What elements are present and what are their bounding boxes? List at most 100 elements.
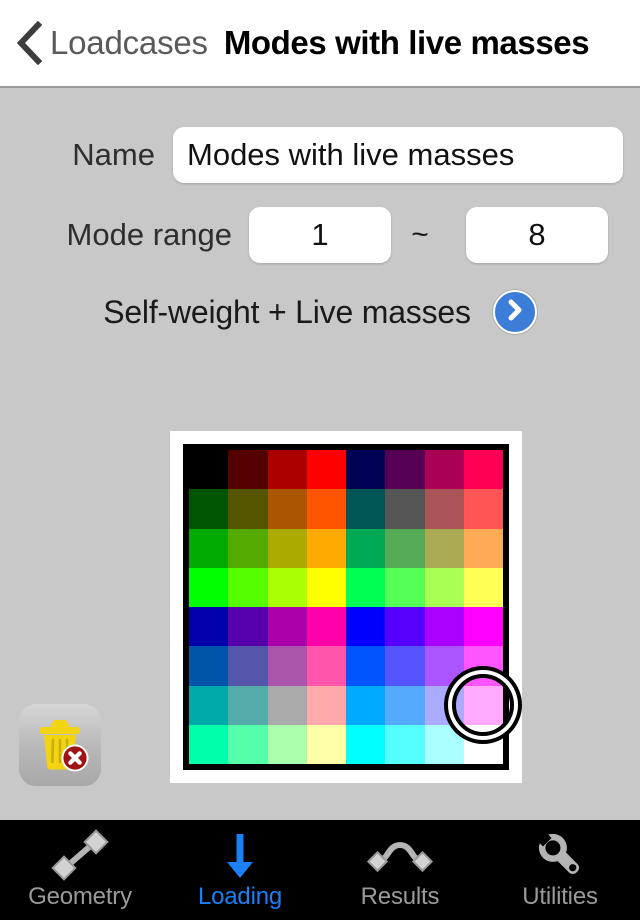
color-swatch[interactable]: [463, 450, 503, 490]
color-swatch[interactable]: [267, 567, 307, 607]
color-swatch[interactable]: [346, 528, 386, 568]
member-bar-icon: [48, 829, 112, 881]
mode-range-from-input[interactable]: 1: [249, 207, 391, 263]
color-swatch[interactable]: [463, 724, 503, 764]
color-swatch[interactable]: [346, 685, 386, 725]
chevron-left-icon: [16, 21, 42, 65]
tab-results-label: Results: [360, 883, 440, 910]
color-swatch[interactable]: [346, 567, 386, 607]
color-swatch[interactable]: [385, 685, 425, 725]
color-swatch[interactable]: [306, 528, 346, 568]
color-swatch[interactable]: [306, 646, 346, 686]
tab-geometry-label: Geometry: [28, 883, 132, 910]
name-label: Name: [72, 137, 155, 172]
mode-range-to-input[interactable]: 8: [466, 207, 608, 263]
load-combination-row[interactable]: Self-weight + Live masses: [0, 290, 640, 334]
color-swatch[interactable]: [385, 489, 425, 529]
color-swatch[interactable]: [189, 528, 229, 568]
color-swatch[interactable]: [306, 724, 346, 764]
color-swatch[interactable]: [463, 685, 503, 725]
color-swatch[interactable]: [306, 607, 346, 647]
color-swatch[interactable]: [189, 567, 229, 607]
color-swatch[interactable]: [424, 724, 464, 764]
color-palette-card: [170, 431, 522, 783]
color-swatch[interactable]: [424, 450, 464, 490]
color-swatch[interactable]: [267, 607, 307, 647]
mode-range-row: Mode range 1 ~ 8: [0, 207, 640, 263]
color-swatch[interactable]: [463, 646, 503, 686]
tab-geometry[interactable]: Geometry: [0, 820, 160, 920]
content-area: Name Modes with live masses Mode range 1…: [0, 90, 640, 820]
wrench-icon: [528, 829, 592, 881]
color-swatch[interactable]: [463, 528, 503, 568]
color-swatch[interactable]: [228, 450, 268, 490]
color-swatch[interactable]: [385, 450, 425, 490]
color-swatch[interactable]: [463, 607, 503, 647]
chevron-right-circle-icon: [502, 297, 528, 328]
color-swatch[interactable]: [228, 724, 268, 764]
tab-bar: Geometry Loading Results Utilities: [0, 820, 640, 920]
color-swatch[interactable]: [346, 607, 386, 647]
color-swatch[interactable]: [306, 685, 346, 725]
color-swatch[interactable]: [424, 685, 464, 725]
color-swatch[interactable]: [346, 489, 386, 529]
color-swatch[interactable]: [189, 685, 229, 725]
color-swatch[interactable]: [424, 646, 464, 686]
color-swatch[interactable]: [306, 567, 346, 607]
delete-button[interactable]: [19, 704, 101, 786]
down-arrow-icon: [208, 829, 272, 881]
color-swatch[interactable]: [306, 489, 346, 529]
color-swatch[interactable]: [267, 489, 307, 529]
color-swatch[interactable]: [267, 528, 307, 568]
color-swatch[interactable]: [267, 450, 307, 490]
color-swatch[interactable]: [189, 607, 229, 647]
color-swatch[interactable]: [267, 724, 307, 764]
color-swatch[interactable]: [385, 724, 425, 764]
color-swatch[interactable]: [228, 685, 268, 725]
trash-delete-icon: [31, 714, 89, 777]
page-title: Modes with live masses: [223, 24, 590, 61]
color-swatch[interactable]: [385, 567, 425, 607]
app-root: Loadcases Modes with live masses Name Mo…: [0, 0, 640, 920]
color-swatch[interactable]: [424, 567, 464, 607]
mode-range-label: Mode range: [66, 217, 232, 252]
color-swatch[interactable]: [385, 607, 425, 647]
deflected-beam-icon: [366, 829, 434, 881]
tab-loading-label: Loading: [197, 883, 283, 910]
color-swatch[interactable]: [189, 450, 229, 490]
color-swatch[interactable]: [424, 528, 464, 568]
color-swatch[interactable]: [424, 607, 464, 647]
color-swatch[interactable]: [306, 450, 346, 490]
tab-loading[interactable]: Loading: [160, 820, 320, 920]
color-swatch[interactable]: [346, 450, 386, 490]
color-swatch[interactable]: [463, 489, 503, 529]
tab-utilities[interactable]: Utilities: [480, 820, 640, 920]
color-swatch[interactable]: [346, 724, 386, 764]
color-swatch[interactable]: [463, 567, 503, 607]
tab-results[interactable]: Results: [320, 820, 480, 920]
name-row: Name Modes with live masses: [0, 127, 640, 183]
color-swatch[interactable]: [346, 646, 386, 686]
color-swatch[interactable]: [385, 528, 425, 568]
color-swatch[interactable]: [189, 646, 229, 686]
color-palette-grid[interactable]: [183, 444, 515, 770]
color-swatch[interactable]: [267, 646, 307, 686]
color-swatch[interactable]: [385, 646, 425, 686]
back-button[interactable]: [16, 21, 42, 65]
color-swatch[interactable]: [267, 685, 307, 725]
color-swatch[interactable]: [228, 607, 268, 647]
color-swatch[interactable]: [228, 489, 268, 529]
load-combination-label: Self-weight + Live masses: [103, 293, 471, 330]
color-swatch[interactable]: [228, 567, 268, 607]
load-combination-disclosure-button[interactable]: [492, 290, 537, 334]
color-swatch[interactable]: [424, 489, 464, 529]
color-swatch[interactable]: [189, 724, 229, 764]
name-input[interactable]: Modes with live masses: [173, 127, 623, 183]
navigation-bar: Loadcases Modes with live masses: [0, 0, 640, 88]
color-swatch[interactable]: [189, 489, 229, 529]
color-swatch[interactable]: [228, 528, 268, 568]
color-swatch[interactable]: [228, 646, 268, 686]
tab-utilities-label: Utilities: [522, 883, 598, 910]
back-label[interactable]: Loadcases: [50, 24, 208, 62]
mode-range-separator: ~: [411, 218, 429, 251]
